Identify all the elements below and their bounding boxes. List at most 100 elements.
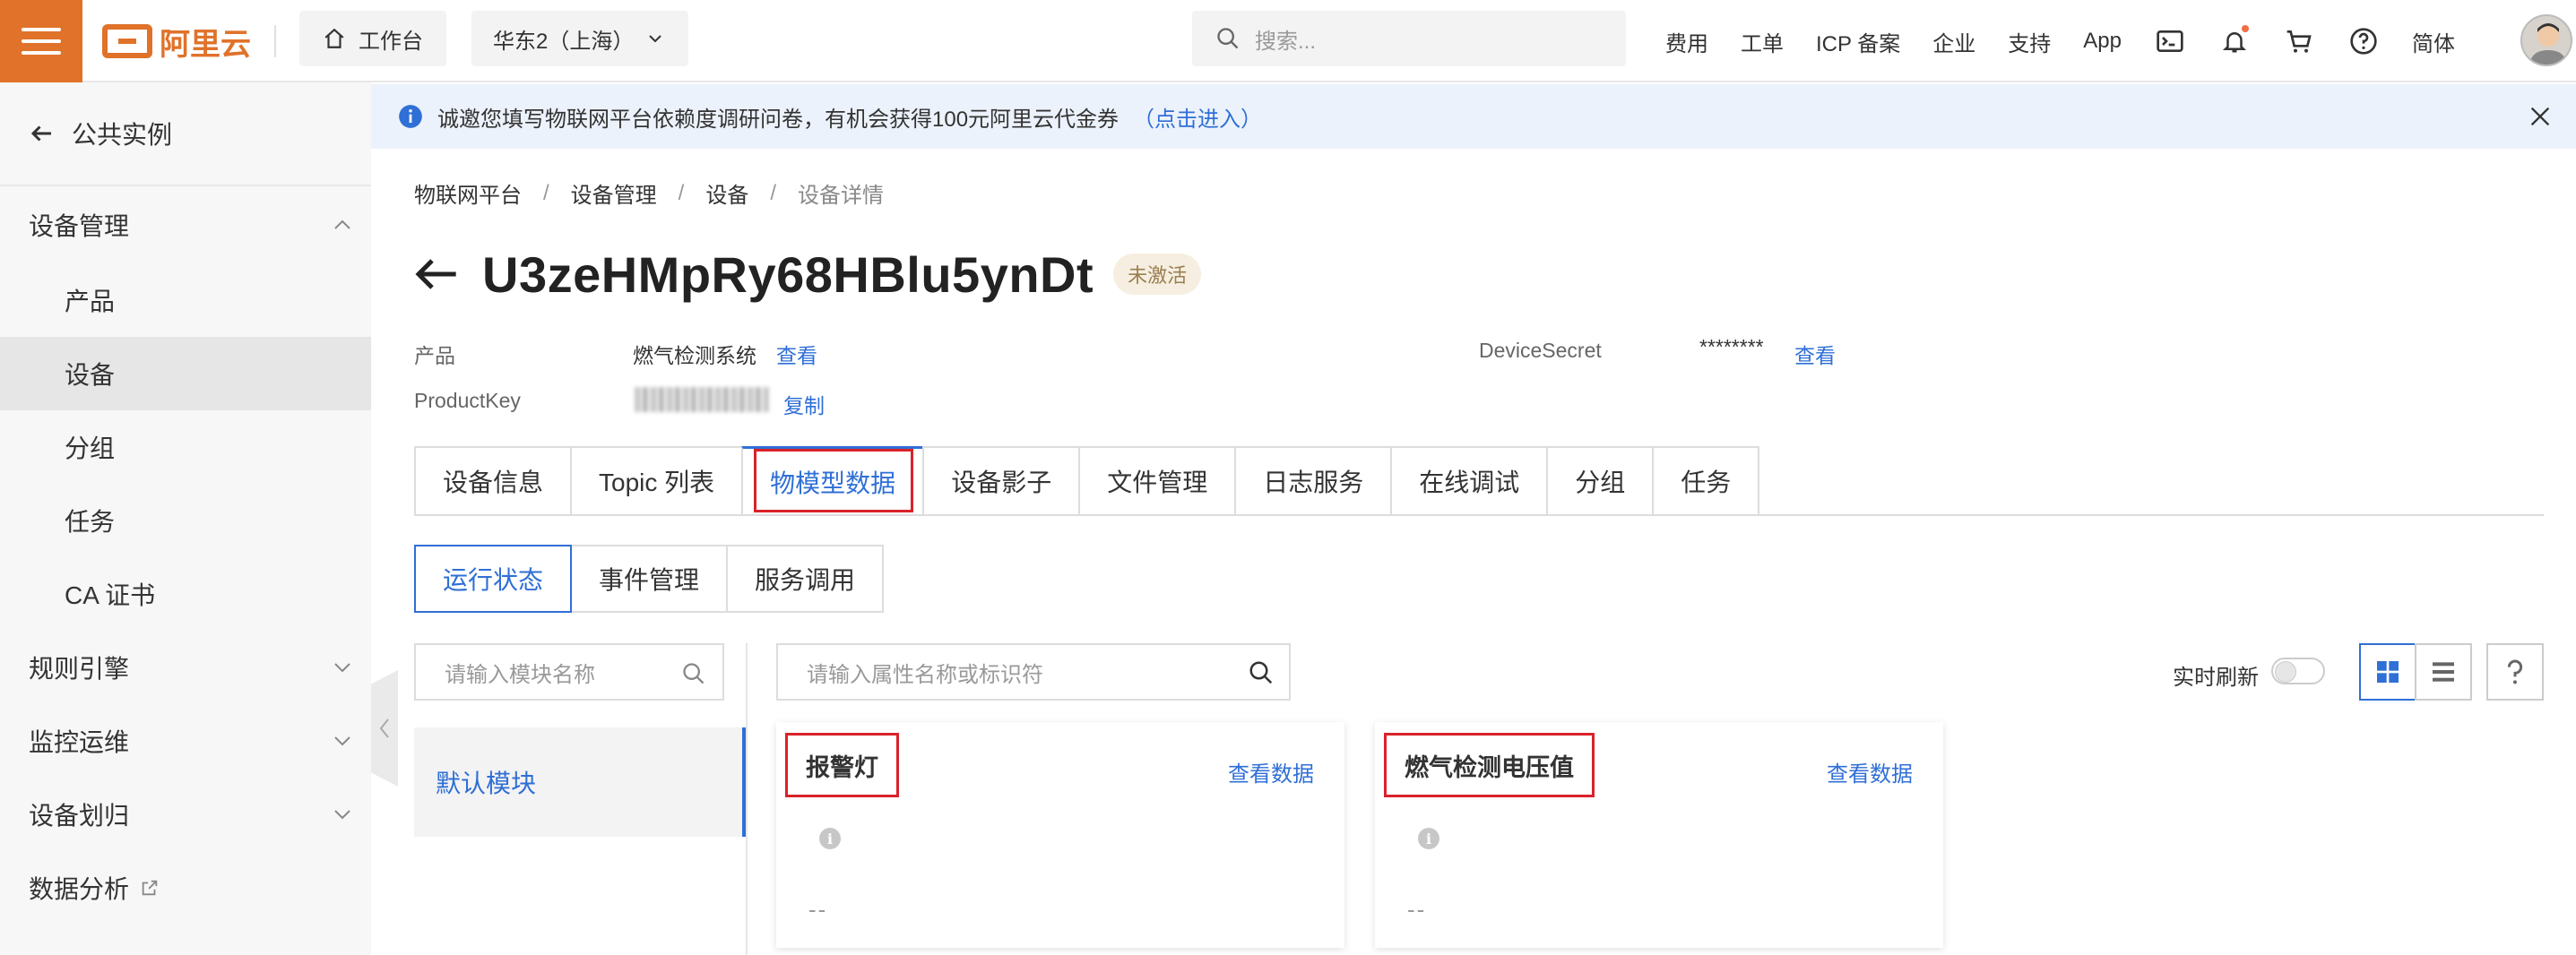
breadcrumb-item[interactable]: 设备 (705, 177, 748, 209)
tab-groups[interactable]: 分组 (1546, 446, 1653, 516)
sidebar-item-device-management[interactable]: 设备管理 (0, 188, 371, 262)
sidebar-item-label: CA 证书 (65, 581, 156, 609)
subtab-label: 运行状态 (443, 566, 544, 594)
tab-label: 分组 (1575, 469, 1626, 496)
bell-icon[interactable] (2218, 25, 2251, 57)
info-icon[interactable]: i (819, 828, 841, 849)
module-search-input[interactable]: 请输入模块名称 (414, 643, 724, 701)
terminal-icon[interactable] (2154, 25, 2186, 57)
view-data-link[interactable]: 查看数据 (1827, 756, 1913, 787)
productkey-value-redacted (635, 387, 769, 412)
chevron-down-icon (334, 810, 350, 820)
breadcrumb-current: 设备详情 (798, 184, 885, 208)
nav-icp[interactable]: ICP 备案 (1816, 26, 1900, 57)
cart-icon[interactable] (2283, 25, 2315, 57)
property-card: 燃气检测电压值 查看数据 i -- (1375, 722, 1943, 948)
sidebar-item-ca-cert[interactable]: CA 证书 (0, 557, 371, 631)
grid-icon (2377, 661, 2399, 683)
nav-enterprise[interactable]: 企业 (1932, 26, 1975, 57)
sidebar-item-data-analysis[interactable]: 数据分析 (0, 851, 371, 925)
module-list-item[interactable]: 默认模块 (414, 727, 746, 837)
sidebar-item-label: 监控运维 (29, 728, 130, 756)
subtab-running-status[interactable]: 运行状态 (414, 545, 573, 613)
module-search-placeholder: 请输入模块名称 (445, 662, 595, 687)
highlight-box (754, 449, 914, 512)
avatar[interactable] (2520, 14, 2572, 66)
arrow-left-icon[interactable] (414, 256, 459, 292)
realtime-refresh-toggle[interactable] (2271, 658, 2325, 684)
view-data-link[interactable]: 查看数据 (1228, 756, 1314, 787)
subtab-label: 事件管理 (599, 566, 700, 594)
notification-dot (2241, 25, 2249, 32)
property-value: -- (808, 896, 828, 923)
sidebar-item-monitoring[interactable]: 监控运维 (0, 704, 371, 778)
property-name-label: 燃气检测电压值 (1405, 753, 1574, 781)
notice-banner: 诚邀您填写物联网平台依赖度调研问卷，有机会获得100元阿里云代金券 （点击进入） (371, 84, 2576, 149)
sidebar-item-label: 设备划归 (29, 802, 130, 830)
breadcrumb-item[interactable]: 物联网平台 (414, 177, 522, 209)
sidebar-item-devices[interactable]: 设备 (0, 337, 371, 410)
close-icon[interactable] (2528, 104, 2553, 129)
help-icon[interactable] (2347, 25, 2380, 57)
chevron-down-icon (334, 736, 350, 746)
grid-view-button[interactable] (2359, 643, 2416, 701)
region-selector[interactable]: 华东2（上海） (471, 11, 688, 66)
sidebar-back-label: 公共实例 (72, 121, 173, 149)
sidebar-collapse-handle[interactable] (371, 670, 398, 787)
notice-text: 诚邀您填写物联网平台依赖度调研问卷，有机会获得100元阿里云代金券 (437, 107, 1119, 132)
top-nav: 费用 工单 ICP 备案 企业 支持 App 简体 (1665, 0, 2487, 82)
tab-device-shadow[interactable]: 设备影子 (922, 446, 1079, 516)
realtime-refresh-label: 实时刷新 (2173, 666, 2259, 690)
nav-tickets[interactable]: 工单 (1741, 26, 1784, 57)
search-input[interactable]: 搜索... (1192, 11, 1626, 66)
tab-log-service[interactable]: 日志服务 (1234, 446, 1391, 516)
list-view-button[interactable] (2415, 643, 2472, 701)
tab-thing-model-data[interactable]: 物模型数据 (741, 446, 923, 516)
logo-text: 阿里云 (160, 27, 251, 62)
sidebar-item-tasks[interactable]: 任务 (0, 484, 371, 557)
breadcrumb-separator: / (678, 180, 685, 205)
productkey-copy-link[interactable]: 复制 (783, 389, 825, 419)
sidebar-back[interactable]: 公共实例 (0, 82, 371, 186)
tab-device-info[interactable]: 设备信息 (414, 446, 571, 516)
status-badge: 未激活 (1113, 254, 1202, 295)
tab-topic-list[interactable]: Topic 列表 (570, 446, 742, 516)
property-search-input[interactable]: 请输入属性名称或标识符 (776, 643, 1291, 701)
sidebar-item-groups[interactable]: 分组 (0, 410, 371, 484)
nav-support[interactable]: 支持 (2008, 26, 2051, 57)
sidebar-item-products[interactable]: 产品 (0, 263, 371, 337)
product-view-link[interactable]: 查看 (776, 339, 817, 369)
arrow-left-icon (30, 125, 51, 142)
hamburger-menu-icon[interactable] (0, 0, 82, 82)
nav-fees[interactable]: 费用 (1665, 26, 1708, 57)
sidebar-item-label: 规则引擎 (29, 655, 130, 683)
product-label: 产品 (414, 344, 455, 367)
page-header: U3zeHMpRy68HBlu5ynDt 未激活 (414, 238, 1202, 310)
sidebar-item-device-transfer[interactable]: 设备划归 (0, 778, 371, 851)
sidebar-item-rules-engine[interactable]: 规则引擎 (0, 631, 371, 704)
chevron-left-icon (379, 718, 389, 738)
breadcrumb-separator: / (543, 180, 549, 205)
workbench-button[interactable]: 工作台 (299, 11, 446, 66)
breadcrumb: 物联网平台 / 设备管理 / 设备 / 设备详情 (414, 177, 884, 209)
nav-app[interactable]: App (2083, 29, 2122, 54)
tab-file-management[interactable]: 文件管理 (1078, 446, 1235, 516)
chevron-up-icon (334, 219, 350, 229)
notice-link[interactable]: （点击进入） (1133, 101, 1262, 133)
divider (274, 25, 276, 57)
tab-label: 设备信息 (443, 469, 544, 496)
tab-label: 日志服务 (1263, 469, 1364, 496)
devicesecret-view-link[interactable]: 查看 (1794, 339, 1836, 369)
subtab-service-calls[interactable]: 服务调用 (728, 545, 885, 613)
tabs-divider (414, 514, 2544, 516)
tab-online-debug[interactable]: 在线调试 (1390, 446, 1547, 516)
info-icon (399, 105, 422, 128)
aliyun-logo[interactable]: 阿里云 (102, 20, 251, 63)
tab-tasks[interactable]: 任务 (1652, 446, 1760, 516)
region-label: 华东2（上海） (493, 29, 635, 54)
info-icon[interactable]: i (1418, 828, 1439, 849)
help-button[interactable] (2486, 643, 2544, 701)
breadcrumb-item[interactable]: 设备管理 (571, 177, 657, 209)
subtab-event-management[interactable]: 事件管理 (572, 545, 729, 613)
language-switch[interactable]: 简体 (2412, 26, 2455, 57)
